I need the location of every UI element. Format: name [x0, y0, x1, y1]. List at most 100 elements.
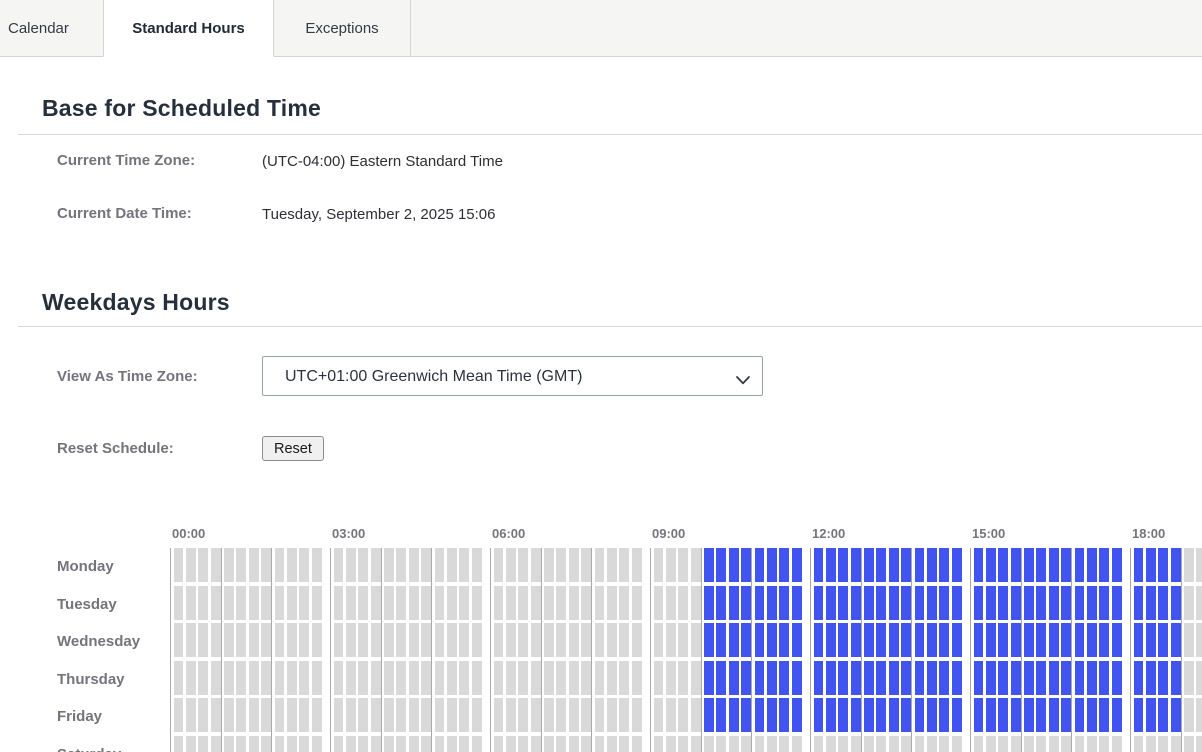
time-slot[interactable]: [704, 736, 714, 752]
time-slot[interactable]: [435, 548, 445, 582]
time-slot[interactable]: [1146, 661, 1156, 695]
time-slot[interactable]: [851, 548, 861, 582]
time-slot[interactable]: [814, 736, 824, 752]
time-slot[interactable]: [1112, 623, 1122, 657]
time-slot[interactable]: [346, 623, 356, 657]
time-slot[interactable]: [275, 736, 285, 752]
time-slot[interactable]: [421, 661, 431, 695]
time-slot[interactable]: [544, 586, 554, 620]
time-slot[interactable]: [716, 623, 726, 657]
time-slot[interactable]: [939, 736, 949, 752]
time-slot[interactable]: [595, 736, 605, 752]
time-slot[interactable]: [371, 736, 381, 752]
time-slot[interactable]: [1134, 661, 1144, 695]
time-slot[interactable]: [814, 698, 824, 732]
time-slot[interactable]: [1075, 736, 1085, 752]
time-slot[interactable]: [299, 586, 309, 620]
time-slot[interactable]: [779, 736, 789, 752]
time-slot[interactable]: [716, 548, 726, 582]
time-slot[interactable]: [518, 736, 528, 752]
time-slot[interactable]: [1099, 623, 1109, 657]
time-slot[interactable]: [334, 736, 344, 752]
time-slot[interactable]: [1036, 586, 1046, 620]
time-slot[interactable]: [927, 586, 937, 620]
time-slot[interactable]: [312, 736, 322, 752]
time-slot[interactable]: [371, 698, 381, 732]
time-slot[interactable]: [915, 623, 925, 657]
time-slot[interactable]: [1112, 698, 1122, 732]
time-slot[interactable]: [666, 661, 676, 695]
time-slot[interactable]: [421, 548, 431, 582]
time-slot[interactable]: [767, 661, 777, 695]
time-slot[interactable]: [952, 661, 962, 695]
time-slot[interactable]: [459, 736, 469, 752]
time-slot[interactable]: [1036, 623, 1046, 657]
tab-exceptions[interactable]: Exceptions: [274, 0, 411, 57]
time-slot[interactable]: [396, 698, 406, 732]
time-slot[interactable]: [371, 548, 381, 582]
time-slot[interactable]: [569, 586, 579, 620]
time-slot[interactable]: [741, 698, 751, 732]
time-slot[interactable]: [224, 661, 234, 695]
time-slot[interactable]: [678, 548, 688, 582]
time-slot[interactable]: [595, 698, 605, 732]
time-slot[interactable]: [729, 698, 739, 732]
time-slot[interactable]: [729, 548, 739, 582]
time-slot[interactable]: [691, 736, 701, 752]
time-slot[interactable]: [619, 661, 629, 695]
time-slot[interactable]: [211, 698, 221, 732]
time-slot[interactable]: [607, 548, 617, 582]
time-slot[interactable]: [472, 736, 482, 752]
time-slot[interactable]: [1196, 586, 1202, 620]
time-slot[interactable]: [544, 623, 554, 657]
time-slot[interactable]: [595, 623, 605, 657]
time-slot[interactable]: [556, 698, 566, 732]
time-slot[interactable]: [998, 586, 1008, 620]
time-slot[interactable]: [275, 548, 285, 582]
time-slot[interactable]: [1134, 736, 1144, 752]
time-slot[interactable]: [1024, 623, 1034, 657]
time-slot[interactable]: [741, 623, 751, 657]
time-slot[interactable]: [678, 623, 688, 657]
time-slot[interactable]: [632, 736, 642, 752]
time-slot[interactable]: [779, 586, 789, 620]
time-slot[interactable]: [211, 661, 221, 695]
time-slot[interactable]: [595, 586, 605, 620]
time-slot[interactable]: [691, 698, 701, 732]
time-slot[interactable]: [704, 623, 714, 657]
time-slot[interactable]: [691, 586, 701, 620]
time-slot[interactable]: [716, 698, 726, 732]
time-slot[interactable]: [1099, 698, 1109, 732]
time-slot[interactable]: [595, 661, 605, 695]
time-slot[interactable]: [704, 548, 714, 582]
time-slot[interactable]: [569, 736, 579, 752]
time-slot[interactable]: [1099, 548, 1109, 582]
time-slot[interactable]: [384, 661, 394, 695]
time-slot[interactable]: [506, 661, 516, 695]
time-slot[interactable]: [814, 661, 824, 695]
time-slot[interactable]: [287, 698, 297, 732]
time-slot[interactable]: [459, 548, 469, 582]
time-slot[interactable]: [1011, 586, 1021, 620]
time-slot[interactable]: [1099, 586, 1109, 620]
time-slot[interactable]: [974, 623, 984, 657]
time-slot[interactable]: [1011, 661, 1021, 695]
time-slot[interactable]: [371, 623, 381, 657]
time-slot[interactable]: [1075, 586, 1085, 620]
time-slot[interactable]: [826, 736, 836, 752]
time-slot[interactable]: [236, 586, 246, 620]
time-slot[interactable]: [198, 623, 208, 657]
time-slot[interactable]: [767, 698, 777, 732]
time-slot[interactable]: [556, 548, 566, 582]
time-slot[interactable]: [838, 548, 848, 582]
time-slot[interactable]: [755, 698, 765, 732]
time-slot[interactable]: [1158, 698, 1168, 732]
time-slot[interactable]: [952, 586, 962, 620]
time-slot[interactable]: [826, 661, 836, 695]
time-slot[interactable]: [186, 623, 196, 657]
time-slot[interactable]: [915, 661, 925, 695]
time-slot[interactable]: [581, 698, 591, 732]
time-slot[interactable]: [1061, 586, 1071, 620]
time-slot[interactable]: [275, 586, 285, 620]
time-slot[interactable]: [174, 623, 184, 657]
